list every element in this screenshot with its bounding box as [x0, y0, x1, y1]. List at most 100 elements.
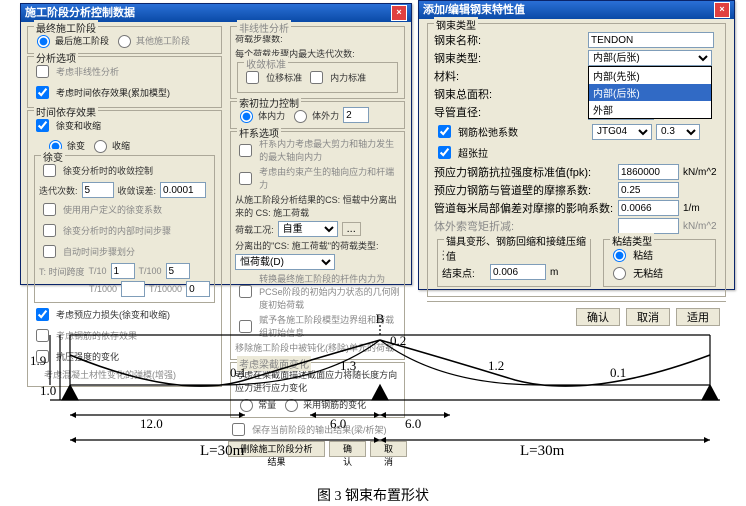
opt-internal-label: 体内力 [258, 109, 285, 122]
iter-input[interactable] [82, 182, 114, 198]
svg-text:1.2: 1.2 [488, 358, 504, 373]
relax-code-select[interactable]: JTG04 [592, 124, 652, 140]
final-stage-legend: 最终施工阶段 [34, 20, 98, 35]
bond-no[interactable] [613, 267, 626, 280]
opt-shrink[interactable] [94, 140, 107, 153]
svg-text:0.2: 0.2 [390, 333, 406, 348]
bond-no-label: 无粘结 [633, 265, 663, 280]
overtension-label: 超张拉 [458, 145, 488, 160]
svg-text:1.3: 1.3 [340, 358, 356, 373]
bond-yes[interactable] [613, 249, 626, 262]
creep-sub-legend: 徐变 [41, 149, 65, 164]
analysis-legend: 分析选项 [34, 50, 78, 65]
chk-autostep-label: 自动时间步骤划分 [63, 245, 135, 258]
chk-timestep[interactable] [43, 224, 56, 237]
chk-nonlinear[interactable] [36, 65, 49, 78]
chk-fr2[interactable] [239, 172, 252, 185]
mu-input[interactable] [618, 182, 679, 198]
frame-legend: 杆系选项 [237, 125, 281, 140]
relax-label: 钢筋松弛系数 [458, 124, 588, 139]
ecc-input[interactable] [618, 218, 679, 234]
cable-num[interactable] [343, 107, 369, 123]
ecc-unit: kN/m^2 [683, 221, 717, 232]
close-icon[interactable]: × [714, 2, 730, 18]
chk-nonlinear-label: 考虑非线性分析 [56, 65, 119, 78]
relax-val-select[interactable]: 0.3 [656, 124, 700, 140]
chk-creep-shrink[interactable] [36, 119, 49, 132]
k-unit: 1/m [683, 203, 700, 214]
lc-pick[interactable]: ... [342, 222, 361, 236]
opt-external[interactable] [294, 110, 307, 123]
opt-internal[interactable] [240, 110, 253, 123]
analysis-options-group: 分析选项 考虑非线性分析 考虑时间依存效果(累加模型) [27, 56, 222, 108]
chk-fr2-label: 考虑由约束产生的轴向应力和杆端力 [259, 165, 400, 191]
t100-input[interactable] [166, 263, 190, 279]
chk-timedep-label: 考虑时间依存效果(累加模型) [56, 86, 170, 99]
overtension-check[interactable] [438, 146, 451, 159]
opt-other-stage[interactable] [118, 35, 131, 48]
anchor-group: 锚具变形、钢筋回缩和接缝压缩值 开始点:m 结束点:m [437, 239, 591, 287]
add-select[interactable]: 恒荷载(D) [235, 254, 335, 270]
opt-last-stage[interactable] [37, 35, 50, 48]
svg-text:12.0: 12.0 [140, 416, 163, 431]
end-input[interactable] [490, 264, 546, 280]
name-input[interactable] [588, 32, 714, 48]
iter-label: 迭代次数: [39, 184, 78, 197]
chk-fr1[interactable] [239, 144, 252, 157]
tendon-type-legend: 钢束类型 [434, 17, 478, 32]
tol-label: 收敛误差: [118, 184, 157, 197]
timedep-legend: 时间依存效果 [34, 104, 98, 119]
tol-input[interactable] [160, 182, 206, 198]
chk-timedep[interactable] [36, 86, 49, 99]
t10000-label: T/10000 [149, 284, 182, 294]
svg-text:0.1: 0.1 [230, 365, 246, 380]
t-label: T: 时间跨度 [39, 265, 85, 278]
chk-disp-label: 位移标准 [266, 71, 302, 84]
chk-timestep-label: 徐变分析时的内部时间步骤 [63, 224, 171, 237]
type-label: 钢束类型: [434, 50, 584, 66]
dd-opt-pre[interactable]: 内部(先张) [589, 67, 711, 84]
svg-text:B: B [376, 311, 385, 326]
dd-opt-post[interactable]: 内部(后张) [589, 84, 711, 101]
t10000-input[interactable] [186, 281, 210, 297]
ecc-label: 体外索弯矩折减: [434, 218, 614, 234]
dd-opt-ext[interactable]: 外部 [589, 101, 711, 118]
svg-text:0.1: 0.1 [610, 365, 626, 380]
opt-last-stage-label: 最后施工阶段 [55, 34, 109, 47]
duct-label: 导管直径: [434, 104, 584, 120]
chk-autostep[interactable] [43, 245, 56, 258]
relax-check[interactable] [438, 125, 451, 138]
t10-input[interactable] [111, 263, 135, 279]
opt-other-stage-label: 其他施工阶段 [136, 34, 190, 47]
add-label: 分离出的"CS: 施工荷载"的荷载类型: [235, 239, 378, 252]
chk-conv[interactable] [43, 164, 56, 177]
type-dropdown[interactable]: 内部(先张) 内部(后张) 外部 [588, 66, 712, 119]
lc-label: 荷载工况: [235, 223, 274, 236]
nl-conv-legend: 收敛标准 [244, 56, 288, 71]
chk-fr3[interactable] [239, 285, 252, 298]
close-icon[interactable]: × [391, 5, 407, 21]
type-select[interactable]: 内部(后张) [588, 50, 712, 66]
t1000-input[interactable] [121, 281, 145, 297]
k-input[interactable] [618, 200, 679, 216]
mu-label: 预应力钢筋与管道壁的摩擦系数: [434, 182, 614, 198]
svg-text:L=30m: L=30m [520, 443, 565, 459]
svg-text:6.0: 6.0 [330, 416, 346, 431]
chk-fr1-label: 杆系内力考虑最大剪力和轴力发生的最大轴向内力 [259, 137, 400, 163]
fpk-input[interactable] [618, 164, 679, 180]
opt-external-label: 体外力 [312, 109, 339, 122]
tendon-type-group: 钢束类型 钢束名称: 钢束类型: 内部(后张) 内部(先张) 内部(后张) 外部… [427, 23, 726, 297]
nl-group: 非线性分析 荷载步骤数: 每个荷载步骤内最大迭代次数: 收敛标准 位移标准 内力… [230, 26, 405, 99]
lc-select[interactable]: 自重 [278, 221, 338, 237]
chk-usercreep[interactable] [43, 203, 56, 216]
opt-shrink-label: 收缩 [112, 139, 130, 152]
fpk-unit: kN/m^2 [683, 167, 717, 178]
t100-label: T/100 [139, 266, 162, 276]
end-unit: m [550, 267, 558, 278]
creep-subgroup: 徐变 徐变分析时的收敛控制 迭代次数: 收敛误差: 使用用户定义的徐变系数 徐变… [34, 155, 215, 303]
chk-conv-label: 徐变分析时的收敛控制 [63, 164, 153, 177]
chk-force-label: 内力标准 [330, 71, 366, 84]
chk-force[interactable] [310, 71, 323, 84]
chk-disp[interactable] [246, 71, 259, 84]
diagram-caption: 图 3 钢束布置形状 [10, 485, 736, 505]
